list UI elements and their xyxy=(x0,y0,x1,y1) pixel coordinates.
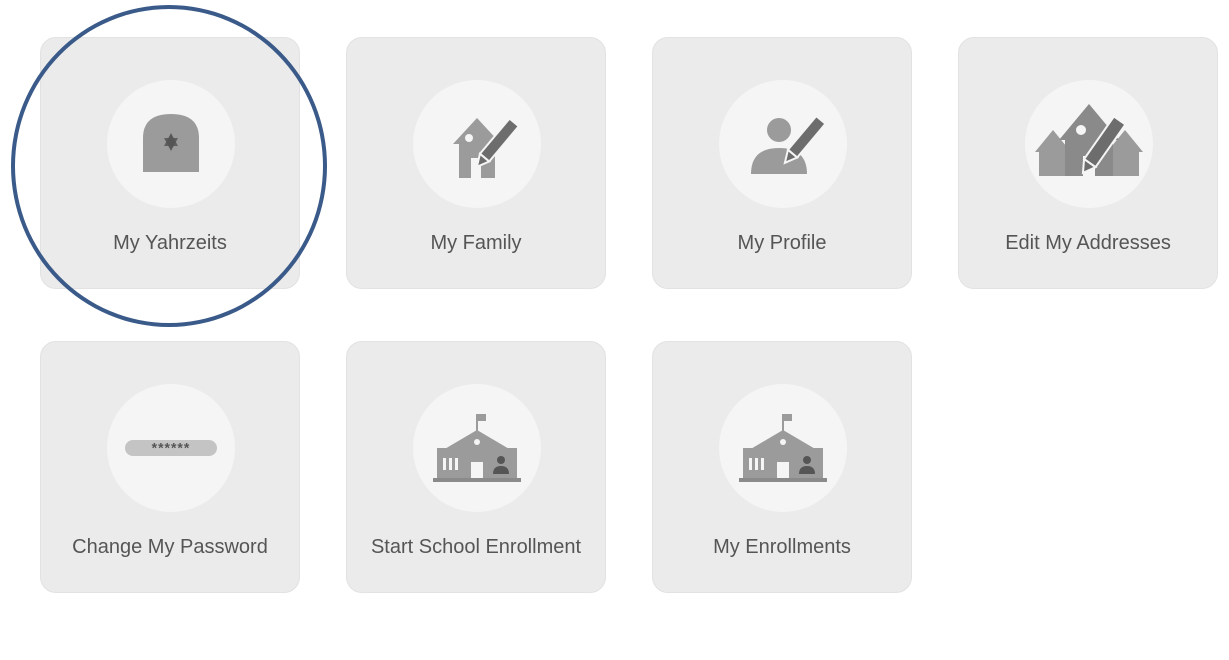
tile-my-profile[interactable]: My Profile xyxy=(652,37,912,289)
tile-label: My Enrollments xyxy=(713,536,851,558)
tile-label: Edit My Addresses xyxy=(1005,232,1171,254)
tile-label: My Profile xyxy=(737,232,827,254)
tile-label: My Family xyxy=(430,232,522,254)
school-building-icon xyxy=(739,414,827,482)
tile-edit-my-addresses[interactable]: Edit My Addresses xyxy=(958,37,1218,289)
tile-my-family[interactable]: My Family xyxy=(346,37,606,289)
icon-circle xyxy=(413,384,541,512)
icon-circle xyxy=(719,384,847,512)
tile-my-enrollments[interactable]: My Enrollments xyxy=(652,341,912,593)
tile-label: Start School Enrollment xyxy=(370,536,582,558)
password-mask: ****** xyxy=(152,440,191,456)
school-building-icon xyxy=(433,414,521,482)
icon-circle xyxy=(1025,80,1153,208)
password-field-icon: ****** xyxy=(125,440,217,456)
tile-label: My Yahrzeits xyxy=(113,232,227,254)
house-pencil-icon xyxy=(453,117,521,178)
tile-start-school-enrollment[interactable]: Start School Enrollment xyxy=(346,341,606,593)
icon-circle: ****** xyxy=(107,384,235,512)
icon-circle xyxy=(719,80,847,208)
icon-circle xyxy=(107,80,235,208)
tile-change-my-password[interactable]: ****** Change My Password xyxy=(40,341,300,593)
tile-label: Change My Password xyxy=(72,536,268,558)
tile-my-yahrzeits[interactable]: My Yahrzeits xyxy=(40,37,300,289)
tombstone-star-icon xyxy=(143,114,199,172)
houses-pencil-icon xyxy=(1035,104,1143,176)
person-pencil-icon xyxy=(751,114,827,174)
icon-circle xyxy=(413,80,541,208)
